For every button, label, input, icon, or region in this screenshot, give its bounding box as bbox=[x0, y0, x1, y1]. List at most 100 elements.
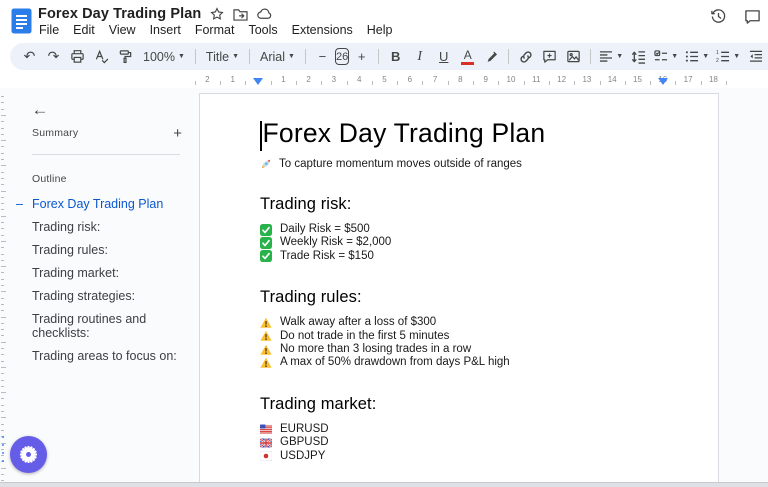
ruler-tick bbox=[625, 81, 626, 85]
ruler-number: 4 bbox=[357, 75, 361, 84]
doc-list-item[interactable]: No more than 3 losing trades in a row bbox=[260, 343, 662, 356]
doc-list-item[interactable]: Trade Risk = $150 bbox=[260, 250, 662, 263]
highlight-color-button[interactable] bbox=[480, 45, 503, 68]
underline-button[interactable]: U bbox=[432, 45, 455, 68]
warning-emoji bbox=[260, 344, 272, 356]
paint-format-button[interactable] bbox=[114, 45, 137, 68]
doc-tagline[interactable]: To capture momentum moves outside of ran… bbox=[260, 158, 662, 170]
decrease-indent-button[interactable] bbox=[744, 45, 767, 68]
chevron-down-icon: ▼ bbox=[702, 53, 709, 60]
document-title[interactable]: Forex Day Trading Plan bbox=[38, 6, 201, 22]
ruler-number: 1 bbox=[281, 75, 285, 84]
close-outline-button[interactable]: ← bbox=[26, 96, 54, 124]
version-history-icon[interactable] bbox=[710, 8, 727, 25]
spellcheck-button[interactable] bbox=[90, 45, 113, 68]
vruler-tick bbox=[1, 304, 4, 305]
vruler-tick bbox=[1, 291, 6, 292]
docs-logo-icon[interactable] bbox=[11, 8, 32, 34]
menu-format[interactable]: Format bbox=[188, 21, 242, 39]
vruler-tick bbox=[1, 310, 4, 311]
ruler-tick bbox=[296, 81, 297, 85]
doc-body-title[interactable]: Forex Day Trading Plan bbox=[263, 118, 546, 149]
cloud-status-icon[interactable] bbox=[257, 8, 273, 20]
ruler-tick bbox=[271, 81, 272, 85]
flag-uk-emoji bbox=[260, 437, 272, 449]
line-spacing-button[interactable] bbox=[627, 45, 650, 68]
numbered-list-button[interactable]: 1 2 ▼ bbox=[713, 45, 743, 68]
bold-button[interactable]: B bbox=[384, 45, 407, 68]
vruler-tick bbox=[1, 417, 6, 418]
increase-font-size-button[interactable]: + bbox=[350, 45, 373, 68]
font-size-input[interactable]: 26 bbox=[335, 48, 349, 65]
redo-button[interactable]: ↷ bbox=[42, 45, 65, 68]
add-comment-button[interactable] bbox=[538, 45, 561, 68]
section-heading[interactable]: Trading rules: bbox=[260, 288, 662, 307]
doc-list-item[interactable]: A max of 50% drawdown from days P&L high bbox=[260, 356, 662, 369]
vruler-tick bbox=[1, 235, 4, 236]
doc-list-item[interactable]: Do not trade in the first 5 minutes bbox=[260, 330, 662, 343]
gemini-fab-button[interactable] bbox=[10, 436, 47, 473]
font-family-select[interactable]: Arial▼ bbox=[255, 45, 300, 68]
vruler-tick bbox=[1, 146, 4, 147]
vruler-tick bbox=[1, 203, 4, 204]
doc-list-item[interactable]: GBPUSD bbox=[260, 436, 662, 449]
doc-list-item[interactable]: EURUSD bbox=[260, 423, 662, 436]
outline-item[interactable]: Trading rules: bbox=[8, 238, 190, 261]
menu-insert[interactable]: Insert bbox=[143, 21, 188, 39]
zoom-select[interactable]: 100%▼ bbox=[138, 45, 190, 68]
section-heading[interactable]: Trading market: bbox=[260, 395, 662, 414]
summary-label: Summary bbox=[32, 127, 78, 139]
vruler-tick bbox=[1, 424, 4, 425]
vruler-tick bbox=[1, 178, 4, 179]
add-summary-button[interactable]: + bbox=[173, 125, 182, 142]
insert-link-button[interactable] bbox=[514, 45, 537, 68]
outline-item[interactable]: Trading areas to focus on: bbox=[8, 344, 190, 367]
vruler-tick bbox=[1, 128, 4, 129]
menu-view[interactable]: View bbox=[102, 21, 143, 39]
vruler-view-dot bbox=[2, 444, 4, 446]
undo-button[interactable]: ↶ bbox=[18, 45, 41, 68]
doc-list-text: Daily Risk = $500 bbox=[280, 223, 370, 236]
menu-extensions[interactable]: Extensions bbox=[285, 21, 360, 39]
decrease-font-size-button[interactable]: − bbox=[311, 45, 334, 68]
section-heading[interactable]: Trading risk: bbox=[260, 195, 662, 214]
doc-list-item[interactable]: USDJPY bbox=[260, 450, 662, 463]
doc-list-item[interactable]: Walk away after a loss of $300 bbox=[260, 316, 662, 329]
checklist-button[interactable]: ▼ bbox=[651, 45, 681, 68]
vruler-tick bbox=[1, 348, 4, 349]
check-emoji bbox=[260, 224, 272, 236]
indent-marker[interactable] bbox=[253, 78, 263, 85]
vruler-tick bbox=[1, 392, 6, 393]
vruler-view-dot bbox=[2, 460, 4, 462]
document-page[interactable]: Forex Day Trading Plan To capture moment… bbox=[199, 93, 719, 487]
star-icon[interactable] bbox=[210, 7, 224, 21]
menu-edit[interactable]: Edit bbox=[66, 21, 102, 39]
text-color-button[interactable]: A bbox=[456, 45, 479, 68]
outline-item[interactable]: Trading market: bbox=[8, 261, 190, 284]
move-folder-icon[interactable] bbox=[233, 8, 248, 21]
bulleted-list-button[interactable]: ▼ bbox=[682, 45, 712, 68]
menu-tools[interactable]: Tools bbox=[241, 21, 284, 39]
svg-text:1: 1 bbox=[716, 50, 719, 56]
comments-icon[interactable] bbox=[744, 9, 761, 25]
align-button[interactable]: ▼ bbox=[596, 45, 626, 68]
horizontal-ruler[interactable]: 21123456789101112131415161718 bbox=[185, 72, 768, 88]
outline-item[interactable]: Forex Day Trading Plan bbox=[8, 192, 190, 215]
menu-file[interactable]: File bbox=[32, 21, 66, 39]
italic-button[interactable]: I bbox=[408, 45, 431, 68]
insert-image-button[interactable] bbox=[562, 45, 585, 68]
chevron-down-icon: ▼ bbox=[288, 53, 295, 60]
outline-item[interactable]: Trading routines and checklists: bbox=[8, 307, 190, 344]
menu-help[interactable]: Help bbox=[360, 21, 400, 39]
print-button[interactable] bbox=[66, 45, 89, 68]
vruler-tick bbox=[1, 184, 4, 185]
indent-marker[interactable] bbox=[658, 78, 668, 85]
outline-item[interactable]: Trading risk: bbox=[8, 215, 190, 238]
vertical-ruler[interactable] bbox=[0, 88, 8, 487]
vruler-tick bbox=[1, 254, 4, 255]
vruler-tick bbox=[1, 317, 6, 318]
doc-list-item[interactable]: Daily Risk = $500 bbox=[260, 223, 662, 236]
doc-list-item[interactable]: Weekly Risk = $2,000 bbox=[260, 236, 662, 249]
outline-item[interactable]: Trading strategies: bbox=[8, 284, 190, 307]
paragraph-style-select[interactable]: Title▼ bbox=[201, 45, 244, 68]
